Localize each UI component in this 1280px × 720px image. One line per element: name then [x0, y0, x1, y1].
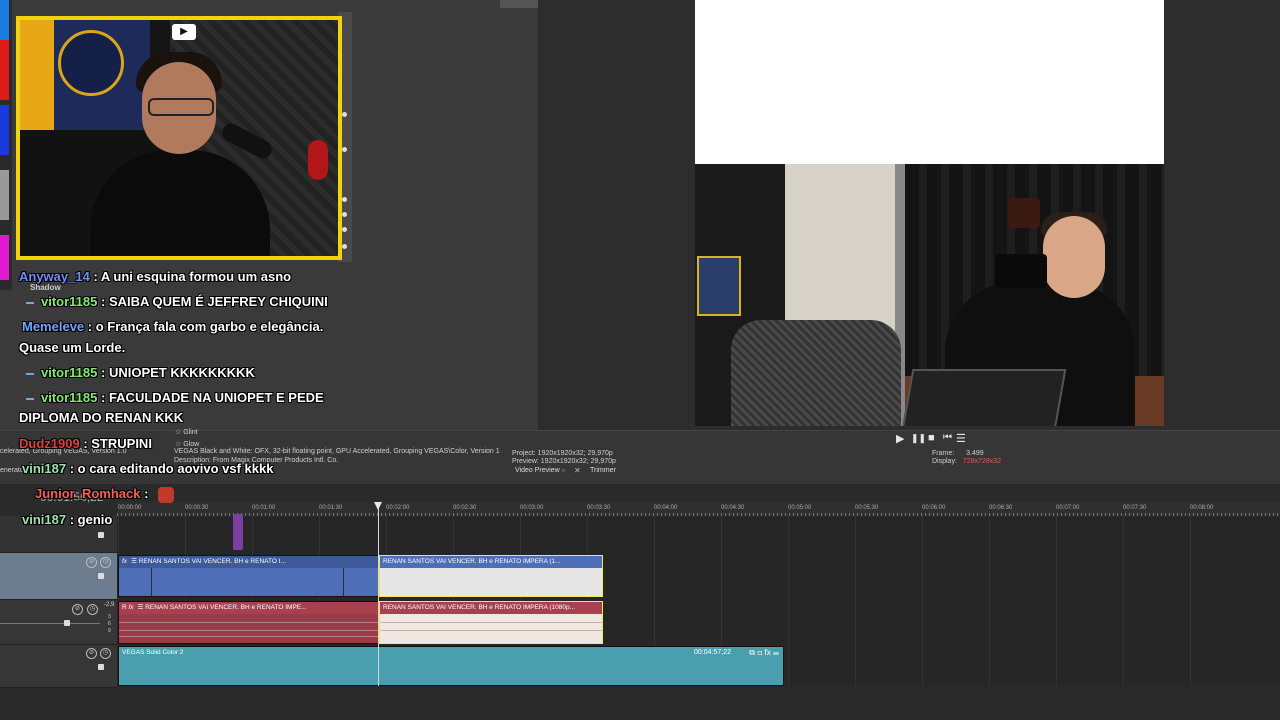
ruler-label: 00:03:00 [520, 505, 544, 511]
webcam-overlay: ▶ [16, 16, 342, 260]
ruler-label: 00:07:00 [1056, 505, 1080, 511]
display-info: Display: 728x728x32 [932, 458, 1002, 465]
ruler-label: 00:01:30 [319, 505, 343, 511]
project-info: Project: 1920x1920x32; 29,970p [512, 450, 613, 457]
frame-info: Frame: 3.499 [932, 450, 984, 457]
timeline-ruler[interactable] [117, 502, 1280, 517]
prev-frame-button[interactable]: ⏮ [943, 432, 952, 443]
plugin-description: VEGAS Black and White: OFX, 32-bit float… [174, 448, 500, 455]
fx-icon: fx [122, 558, 128, 565]
glasses-icon [148, 98, 214, 116]
grid-line [1190, 516, 1191, 686]
track-header-audio[interactable]: ⊘ ◷ -2,9 3 6 9 [0, 600, 117, 645]
laptop [901, 369, 1067, 426]
menu-button[interactable]: ☰ [956, 432, 966, 445]
chat-message-continuation: DIPLOMA DO RENAN KKK [19, 410, 184, 425]
ruler-label: 00:08:00 [1190, 505, 1214, 511]
chat-message: Junior_Romhack : [35, 486, 175, 503]
audio-clip-selected[interactable]: RENAN SANTOS VAI VENCER. BH e RENATO IMP… [379, 601, 603, 644]
fx-item[interactable]: ☆ Glint [175, 428, 198, 436]
chat-message: vini187 : genio [22, 512, 113, 527]
video-clip-selected[interactable]: RENAN SANTOS VAI VENCER. BH e RENATO IMP… [379, 555, 603, 597]
chat-message: vitor1185 : FACULDADE NA UNIOPET E PEDE [26, 390, 324, 405]
chat-message: Anyway_14 : A uni esquina formou um asno [19, 269, 292, 284]
ruler-label: 00:06:30 [989, 505, 1013, 511]
ruler-label: 00:01:00 [252, 505, 276, 511]
mute-icon[interactable]: ⊘ [72, 604, 83, 615]
tab-video-preview[interactable]: Video Preview [515, 467, 560, 474]
chat-message: Memeleve : o França fala com garbo e ele… [22, 319, 324, 334]
mute-icon[interactable]: ⊘ [86, 648, 97, 659]
chat-message-continuation: Quase um Lorde. [19, 340, 126, 355]
solo-icon[interactable]: ◷ [100, 648, 111, 659]
solid-color-clip[interactable]: VEGAS Solid Color 2 00:04:57;22 ⧉ ⊡ fx ☰ [118, 646, 784, 686]
youtube-icon: ▶ [172, 24, 196, 40]
preview-info: Preview: 1920x1920x32; 29,970p [512, 458, 616, 465]
track-header-video[interactable]: ⊘ ◷ [0, 553, 117, 600]
tab-trimmer[interactable]: Trimmer [590, 467, 616, 474]
clip-controls-icon[interactable]: ⧉ ⊡ fx ☰ [749, 648, 779, 658]
volume-slider[interactable] [0, 623, 100, 624]
close-icon[interactable]: ✕ [574, 466, 581, 475]
header-strip [500, 0, 538, 8]
ruler-label: 00:03:30 [587, 505, 611, 511]
clip-duration: 00:04:57;22 [694, 649, 731, 656]
grid-line [1123, 516, 1124, 686]
shadow-label: Shadow [30, 283, 61, 292]
pause-button[interactable]: ❚❚ [911, 433, 926, 444]
chat-message: vitor1185 : SAIBA QUEM É JEFFREY CHIQUIN… [26, 294, 328, 309]
playhead-line[interactable] [378, 506, 379, 686]
track-header-solid[interactable]: ⊘ ◷ [0, 645, 117, 688]
play-button[interactable]: ▶ [896, 432, 904, 445]
window-icon[interactable]: ▫ [562, 466, 565, 475]
wall-sign [1008, 198, 1040, 228]
grid-line [1056, 516, 1057, 686]
video-preview-frame [695, 164, 1164, 426]
ruler-label: 00:04:30 [721, 505, 745, 511]
video-clip[interactable]: fx ☰ RENAN SANTOS VAI VENCER. BH e RENATO… [118, 555, 380, 597]
grid-line [788, 516, 789, 686]
audio-clip[interactable]: R fx ☰ RENAN SANTOS VAI VENCER. BH e RENA… [118, 601, 380, 644]
ruler-label: 00:00:00 [118, 505, 142, 511]
ruler-label: 00:02:30 [453, 505, 477, 511]
color-strip [0, 0, 12, 290]
ruler-label: 00:06:00 [922, 505, 946, 511]
volume-slider-thumb[interactable] [64, 620, 70, 626]
marker[interactable] [233, 514, 243, 550]
office-chair [731, 320, 901, 426]
emblem-icon [58, 30, 124, 96]
chat-message: vini187 : o cara editando aovivo vsf kkk… [22, 461, 274, 476]
ruler-label: 00:05:30 [855, 505, 879, 511]
grid-line [922, 516, 923, 686]
poster [697, 256, 741, 316]
fx-item[interactable]: ☆ Glow [175, 440, 199, 448]
solo-icon[interactable]: ◷ [100, 557, 111, 568]
audio-level: -2,9 [104, 602, 115, 608]
grid-line [989, 516, 990, 686]
ruler-label: 00:07:30 [1123, 505, 1147, 511]
grid-line [855, 516, 856, 686]
mute-icon[interactable]: ⊘ [86, 557, 97, 568]
ruler-label: 00:04:00 [654, 505, 678, 511]
preview-blank-area [695, 0, 1164, 164]
ruler-label: 00:02:00 [386, 505, 410, 511]
chat-message: vitor1185 : UNIOPET KKKKKKKKK [26, 365, 255, 380]
emote-icon [158, 486, 175, 503]
camera-icon [995, 254, 1047, 288]
stop-button[interactable]: ■ [928, 432, 935, 444]
chat-message: Dudz1909 : STRUPINI [19, 436, 152, 451]
ruler-label: 00:05:00 [788, 505, 812, 511]
ruler-label: 00:00:30 [185, 505, 209, 511]
solo-icon[interactable]: ◷ [87, 604, 98, 615]
